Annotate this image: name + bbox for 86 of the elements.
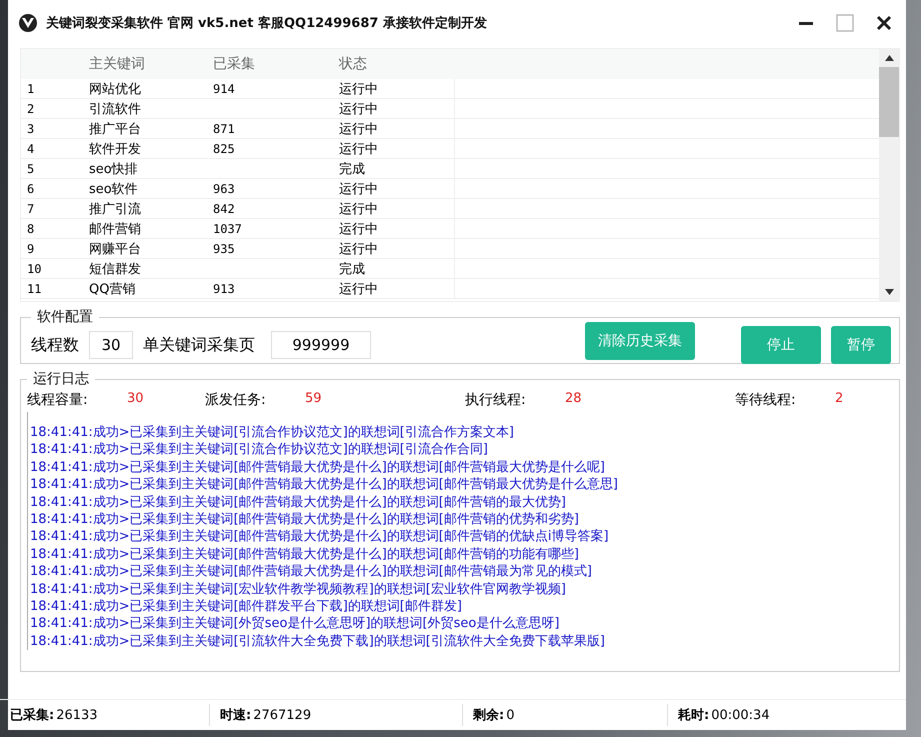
input-field[interactable]: 999999 (271, 331, 371, 359)
status-label: 已采集: (10, 706, 54, 724)
table-cell: 运行中 (335, 79, 455, 98)
table-cell-text: 7 (26, 200, 36, 218)
table-cell-text: 8 (26, 220, 36, 238)
input-field[interactable]: 30 (89, 331, 133, 359)
column-header[interactable]: 状态 (335, 49, 455, 79)
table-cell-text: seo软件 (88, 180, 139, 198)
status-value: 26133 (56, 708, 98, 722)
field-label: 单关键词采集页 (143, 334, 255, 356)
counter-label: 线程容量: (27, 391, 89, 409)
counter-value: 59 (305, 391, 322, 408)
status-label: 时速: (220, 707, 252, 724)
table-cell-text: 935 (212, 240, 236, 258)
close-icon[interactable] (876, 15, 892, 31)
table-cell-text: 6 (26, 180, 36, 198)
log-line: 18:41:41:成功>已采集到主关键词[邮件营销最大优势是什么]的联想词[邮件营销的优缺点i博导答案] (29, 528, 610, 546)
counter-label: 等待线程: (735, 391, 797, 409)
status-value: 0 (506, 708, 514, 722)
table-cell-text: 9 (26, 240, 36, 258)
log-line: 18:41:41:成功>已采集到主关键词[邮件营销最大优势是什么]的联想词[邮件营销最为常见的模式] (29, 563, 593, 581)
log-line: 18:41:41:成功>已采集到主关键词[邮件营销最大优势是什么]的联想词[邮件营销的最大优势] (29, 494, 567, 512)
table-cell-text: 5 (26, 160, 36, 178)
table-cell-text: 11 (26, 280, 42, 298)
table-cell-text: QQ营销 (88, 280, 136, 298)
table-cell: 运行中 (335, 219, 455, 238)
table-cell-text: 4 (26, 140, 36, 158)
table-cell-text: 软件开发 (88, 140, 142, 158)
status-value: 00:00:34 (711, 708, 770, 722)
table-cell: 运行中 (335, 119, 455, 138)
column-header[interactable]: 已采集 (209, 55, 335, 73)
scroll-thumb[interactable] (879, 67, 899, 137)
log-line: 18:41:41:成功>已采集到主关键词[邮件营销最大优势是什么]的联想词[邮件营销的优势和劣势] (29, 511, 580, 528)
table-cell: 运行中 (335, 199, 455, 218)
log-line: 18:41:41:成功>已采集到主关键词[外贸seo是什么意思呀]的联想词[外贸seo是什么意思呀] (29, 615, 560, 633)
table-cell: 运行中 (335, 179, 455, 198)
field-label: 线程数 (31, 334, 79, 356)
logo-icon (18, 13, 38, 33)
table-cell-text: seo快排 (88, 160, 139, 178)
log-line: 18:41:41:成功>已采集到主关键词[引流软件大全免费下载]的联想词[引流软件大全免费下载苹果版] (29, 632, 606, 650)
log-line: 18:41:41:成功>已采集到主关键词[引流合作协议范文]的联想词[引流合作方案文本] (29, 424, 515, 442)
table-cell-text: 网赚平台 (88, 240, 142, 258)
scroll-up-icon[interactable] (884, 55, 894, 61)
table-cell: 完成 (335, 159, 455, 178)
scroll-down-icon[interactable] (884, 289, 894, 295)
table-cell-text: 963 (212, 180, 236, 198)
window-title: 关键词裂变采集软件 官网 vk5.net 客服QQ12499687 承接软件定制开发 (46, 14, 487, 32)
counter-label: 执行线程: (465, 391, 527, 409)
table-cell: 完成 (335, 259, 455, 278)
table-cell-text: 1 (26, 80, 36, 98)
table-cell: 运行中 (335, 279, 455, 298)
table-cell: 运行中 (335, 99, 455, 118)
table-cell-text: 邮件营销 (88, 220, 142, 238)
table-cell-text: 短信群发 (88, 260, 142, 278)
table-cell-text: 推广平台 (88, 120, 142, 138)
log-line: 18:41:41:成功>已采集到主关键词[邮件营销最大优势是什么]的联想词[邮件营销最大优势是什么意思] (29, 476, 619, 494)
counter-value: 30 (127, 391, 144, 408)
scrollbar[interactable] (879, 49, 899, 301)
table-cell-text: 842 (212, 200, 236, 218)
group-title: 软件配置 (36, 308, 94, 326)
table-cell-text: 914 (212, 80, 236, 98)
table-cell-text: 825 (212, 140, 236, 158)
counter-value: 28 (565, 391, 582, 408)
table-cell-text: 推广引流 (88, 200, 142, 218)
log-line: 18:41:41:成功>已采集到主关键词[邮件群发平台下载]的联想词[邮件群发] (29, 598, 463, 616)
table-cell-text: 10 (26, 260, 42, 278)
log-line: 18:41:41:成功>已采集到主关键词[邮件营销最大优势是什么]的联想词[邮件营销的功能有哪些] (29, 546, 580, 564)
log-line: 18:41:41:成功>已采集到主关键词[引流合作协议范文]的联想词[引流合作合同] (29, 441, 489, 459)
table-cell-text: 1037 (212, 220, 243, 238)
table-cell-text: 871 (212, 120, 236, 138)
log-line: 18:41:41:成功>已采集到主关键词[宏业软件教学视频教程]的联想词[宏业软件官网教学视频] (29, 580, 567, 598)
status-label: 耗时: (678, 707, 710, 724)
group-title: 运行日志 (32, 370, 90, 388)
table-cell-text: 引流软件 (88, 100, 142, 118)
status-label: 剩余: (473, 707, 504, 724)
column-header[interactable]: 主关键词 (85, 55, 209, 73)
status-value: 2767129 (253, 708, 312, 722)
counter-value: 2 (835, 391, 844, 408)
table-cell-text: 2 (26, 100, 36, 118)
log-line: 18:41:41:成功>已采集到主关键词[邮件营销最大优势是什么]的联想词[邮件营销最大优势是什么呢] (29, 458, 606, 476)
table-cell-text: 913 (212, 280, 236, 298)
table-cell-text: 网站优化 (88, 80, 142, 98)
table-cell: 运行中 (335, 239, 455, 258)
counter-label: 派发任务: (205, 391, 267, 409)
table-cell: 运行中 (335, 139, 455, 158)
table-cell-text: 3 (26, 120, 36, 138)
